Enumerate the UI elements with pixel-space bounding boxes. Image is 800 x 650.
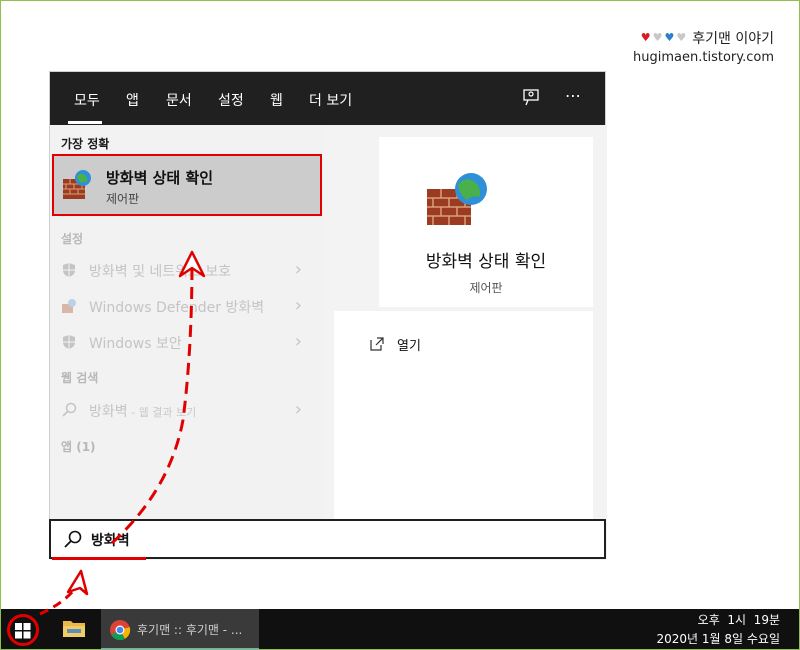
clock-time: 오후 1시 19분	[697, 613, 780, 627]
list-item-label: 방화벽 및 네트워크 보호	[89, 264, 232, 280]
web-query: 방화벽	[89, 404, 128, 420]
list-item[interactable]: Windows Defender 방화벽 ›	[50, 289, 316, 323]
taskbar-chrome-window[interactable]: 후기맨 :: 후기맨 - ...	[101, 609, 259, 650]
preview-pane: 방화벽 상태 확인 제어판 열기	[324, 125, 607, 560]
firewall-icon	[427, 173, 487, 225]
arrowhead-start	[66, 569, 89, 596]
tab-documents[interactable]: 문서	[166, 90, 192, 110]
tab-settings[interactable]: 설정	[218, 90, 244, 110]
preview-subtitle: 제어판	[469, 281, 503, 295]
list-item-label: 방화벽 - 웹 결과 보기	[89, 401, 196, 421]
chevron-right-icon[interactable]: ›	[295, 295, 302, 316]
preview-card: 방화벽 상태 확인 제어판	[379, 137, 593, 307]
tab-more[interactable]: 더 보기	[309, 90, 351, 110]
system-clock[interactable]: 오후 1시 19분 2020년 1월 8일 수요일	[657, 611, 781, 649]
best-match-item[interactable]: 방화벽 상태 확인 제어판	[52, 154, 322, 216]
heart-icon: ♥	[652, 31, 663, 44]
taskbar: 후기맨 :: 후기맨 - ... 오후 1시 19분 2020년 1월 8일 수…	[0, 609, 800, 650]
list-item-label: Windows 보안	[89, 336, 182, 352]
apps-heading: 앱 (1)	[61, 440, 96, 454]
list-item[interactable]: Windows 보안 ›	[50, 325, 316, 359]
web-search-heading: 웹 검색	[61, 371, 99, 385]
search-input[interactable]: 방화벽	[49, 519, 606, 559]
search-icon	[62, 402, 77, 417]
chevron-right-icon[interactable]: ›	[295, 331, 302, 352]
search-query: 방화벽	[91, 533, 130, 549]
heart-icon: ♥	[664, 31, 675, 44]
highlight-box	[52, 154, 322, 216]
watermark-title: 후기맨 이야기	[692, 31, 774, 47]
chevron-right-icon[interactable]: ›	[295, 399, 302, 420]
search-tabs-bar: 모두 앱 문서 설정 웹 더 보기 ⋯	[50, 72, 605, 125]
clock-date: 2020년 1월 8일 수요일	[656, 632, 781, 646]
open-icon	[370, 337, 384, 351]
search-icon	[64, 530, 82, 548]
heart-icon: ♥	[640, 31, 651, 44]
firewall-icon	[62, 299, 76, 313]
tab-apps[interactable]: 앱	[126, 90, 139, 110]
shield-icon	[63, 263, 75, 277]
query-underline	[52, 557, 146, 560]
watermark: ♥ ♥ ♥ ♥ 후기맨 이야기 hugimaen.tistory.com	[633, 28, 774, 65]
shield-icon	[63, 335, 75, 349]
feedback-icon[interactable]	[522, 88, 540, 110]
settings-heading: 설정	[61, 232, 84, 246]
chrome-icon	[110, 620, 131, 641]
preview-title: 방화벽 상태 확인	[425, 252, 547, 272]
web-result-hint: - 웹 결과 보기	[127, 406, 197, 419]
file-explorer-icon[interactable]	[62, 618, 86, 638]
tab-web[interactable]: 웹	[270, 90, 283, 110]
best-match-heading: 가장 정확	[61, 137, 110, 151]
start-highlight-circle	[7, 614, 39, 646]
watermark-url: hugimaen.tistory.com	[633, 50, 774, 65]
open-label: 열기	[397, 339, 421, 354]
active-tab-indicator	[68, 121, 102, 124]
taskbar-window-title: 후기맨 :: 후기맨 - ...	[137, 623, 243, 637]
chevron-right-icon[interactable]: ›	[295, 259, 302, 280]
tab-all[interactable]: 모두	[74, 90, 100, 110]
results-list: 가장 정확 방화벽 상태 확인 제어판 설정 방화벽 및 네트워크 보호 › W…	[50, 125, 324, 560]
search-panel: 모두 앱 문서 설정 웹 더 보기 ⋯ 가장 정확 방화벽 상태 확인 제어판 …	[49, 71, 607, 560]
list-item[interactable]: 방화벽 - 웹 결과 보기 ›	[50, 393, 316, 427]
heart-icon: ♥	[676, 31, 687, 44]
more-options-icon[interactable]: ⋯	[565, 86, 581, 105]
list-item-label: Windows Defender 방화벽	[89, 300, 265, 316]
list-item[interactable]: 방화벽 및 네트워크 보호 ›	[50, 253, 316, 287]
